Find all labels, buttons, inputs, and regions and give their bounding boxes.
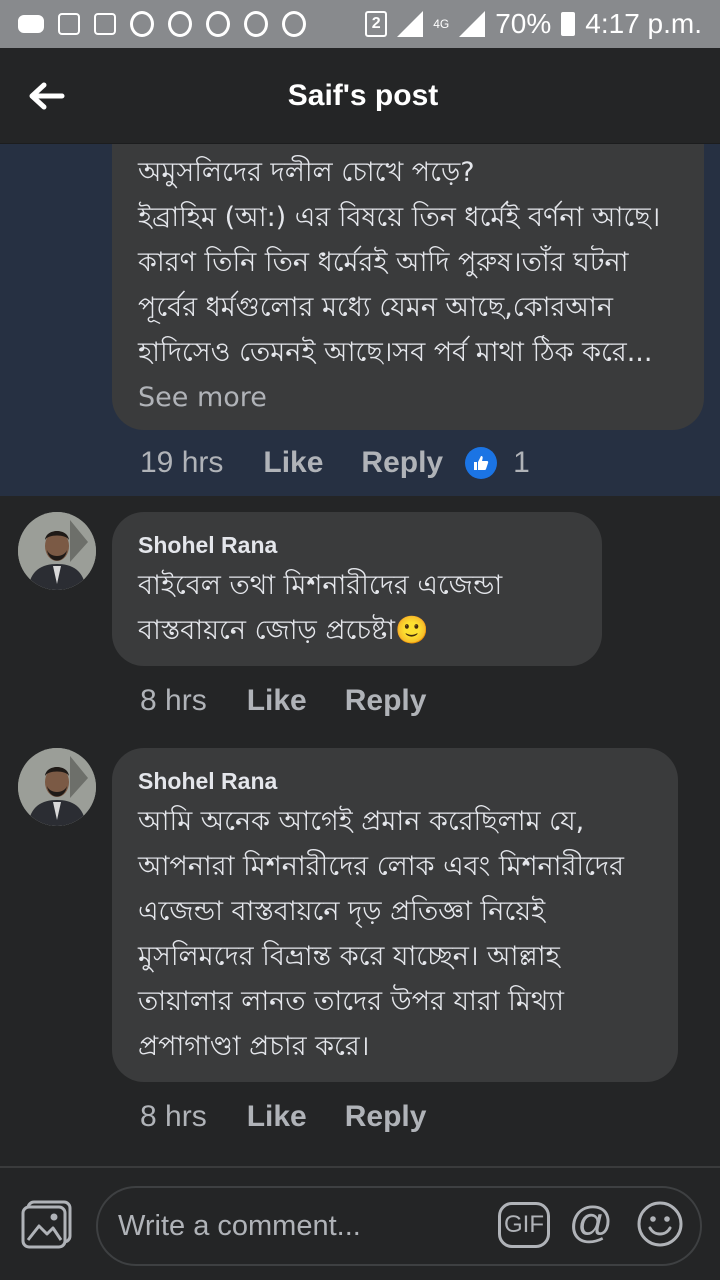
comment-time: 8 hrs [140, 1100, 207, 1133]
circle-notification-icon [168, 11, 192, 37]
signal-icon [397, 11, 424, 37]
like-button[interactable]: Like [247, 1100, 307, 1134]
battery-icon [561, 12, 576, 36]
emoji-icon[interactable] [636, 1200, 684, 1248]
menu-dots-icon [18, 15, 44, 33]
notification-icons [18, 11, 306, 37]
highlighted-comment: অমুসলিদের দলীল চোখে পড়ে? ইব্রাহিম (আ:) … [0, 144, 720, 496]
image-icon [58, 13, 80, 35]
reaction-count[interactable]: 1 [513, 446, 530, 480]
status-bar: 2 4G 70% 4:17 p.m. [0, 0, 720, 48]
circle-notification-icon [244, 11, 268, 37]
comment-actions: 8 hrs Like Reply [140, 684, 464, 718]
circle-notification-icon [206, 11, 230, 37]
clock: 4:17 p.m. [585, 8, 702, 39]
reply-button[interactable]: Reply [361, 446, 443, 480]
top-bar: Saif's post [0, 48, 720, 144]
back-arrow-icon[interactable] [26, 76, 66, 116]
comment-text: বাইবেল তথা মিশনারীদের এজেন্ডা বাস্তবায়ন… [138, 570, 503, 646]
comment-actions: 8 hrs Like Reply [140, 1100, 464, 1134]
comment-author[interactable]: Shohel Rana [138, 768, 652, 795]
see-more-link[interactable]: See more [138, 382, 267, 413]
circle-notification-icon [130, 11, 154, 37]
sim-icon: 2 [365, 11, 388, 37]
comment-actions: 19 hrs Like Reply 1 [140, 446, 530, 480]
signal-icon [459, 11, 486, 37]
comment-time: 8 hrs [140, 684, 207, 717]
reply-button[interactable]: Reply [345, 1100, 427, 1134]
page-title: Saif's post [287, 78, 439, 112]
comment-composer: Write a comment... GIF @ [0, 1168, 720, 1280]
comment-text: অমুসলিদের দলীল চোখে পড়ে? ইব্রাহিম (আ:) … [138, 157, 661, 413]
circle-notification-icon [282, 11, 306, 37]
comment-text: আমি অনেক আগেই প্রমান করেছিলাম যে, আপনারা… [138, 806, 624, 1062]
battery-percent: 70% [495, 8, 552, 39]
like-button[interactable]: Like [263, 446, 323, 480]
thumbs-up-icon[interactable] [465, 447, 498, 479]
avatar[interactable] [18, 748, 96, 826]
like-button[interactable]: Like [247, 684, 307, 718]
avatar[interactable] [18, 512, 96, 590]
comment-bubble[interactable]: Shohel Rana বাইবেল তথা মিশনারীদের এজেন্ড… [112, 512, 602, 666]
reply-button[interactable]: Reply [345, 684, 427, 718]
comment-author[interactable]: Shohel Rana [138, 532, 576, 559]
network-type: 4G [433, 17, 450, 31]
photo-icon[interactable] [20, 1198, 74, 1250]
comment-time: 19 hrs [140, 446, 224, 479]
comment-bubble[interactable]: অমুসলিদের দলীল চোখে পড়ে? ইব্রাহিম (আ:) … [112, 144, 704, 430]
gif-icon[interactable]: GIF [498, 1202, 550, 1248]
comment-placeholder: Write a comment... [118, 1209, 361, 1242]
recycle-icon [94, 13, 116, 35]
mention-icon[interactable]: @ [566, 1198, 616, 1248]
comment-bubble[interactable]: Shohel Rana আমি অনেক আগেই প্রমান করেছিলা… [112, 748, 678, 1082]
